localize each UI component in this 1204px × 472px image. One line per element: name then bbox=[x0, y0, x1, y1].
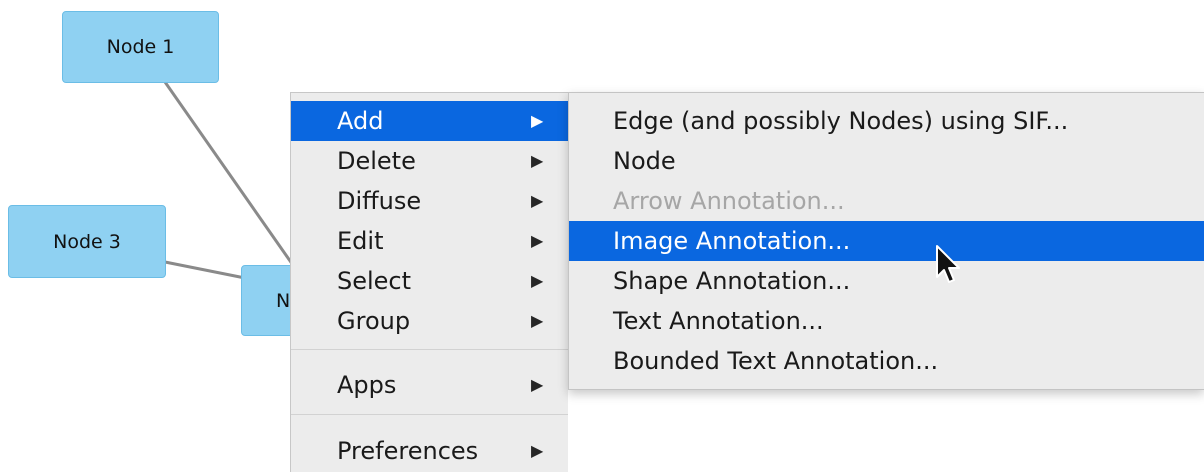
submenu-item-label: Shape Annotation... bbox=[613, 267, 851, 295]
menu-item-label: Apps bbox=[337, 371, 397, 399]
menu-item-delete[interactable]: Delete ▶ bbox=[291, 141, 568, 181]
menu-item-select[interactable]: Select ▶ bbox=[291, 261, 568, 301]
menu-item-label: Edit bbox=[337, 227, 384, 255]
submenu-item-label: Bounded Text Annotation... bbox=[613, 347, 939, 375]
submenu-item-image-annotation[interactable]: Image Annotation... bbox=[569, 221, 1204, 261]
menu-separator bbox=[291, 349, 568, 350]
menu-item-add[interactable]: Add ▶ bbox=[291, 101, 568, 141]
submenu-item-shape-annotation[interactable]: Shape Annotation... bbox=[569, 261, 1204, 301]
submenu-item-bounded-text-annotation[interactable]: Bounded Text Annotation... bbox=[569, 341, 1204, 381]
submenu-item-edge-sif[interactable]: Edge (and possibly Nodes) using SIF... bbox=[569, 101, 1204, 141]
node-label: N bbox=[276, 289, 291, 312]
edge-node3-node2[interactable] bbox=[164, 260, 246, 280]
arrow-pointer-icon bbox=[936, 245, 960, 283]
submenu-item-label: Text Annotation... bbox=[613, 307, 824, 335]
node-label: Node 3 bbox=[53, 230, 121, 253]
submenu-arrow-icon: ▶ bbox=[531, 375, 544, 394]
submenu-item-label: Image Annotation... bbox=[613, 227, 851, 255]
submenu-item-label: Arrow Annotation... bbox=[613, 187, 845, 215]
menu-item-label: Preferences bbox=[337, 437, 479, 465]
menu-item-preferences[interactable]: Preferences ▶ bbox=[291, 431, 568, 471]
submenu-arrow-icon: ▶ bbox=[531, 441, 544, 460]
node-label: Node 1 bbox=[106, 36, 175, 58]
submenu-arrow-icon: ▶ bbox=[531, 231, 544, 250]
menu-item-label: Diffuse bbox=[337, 187, 422, 215]
edge-node1-node2[interactable] bbox=[163, 81, 297, 269]
submenu-item-text-annotation[interactable]: Text Annotation... bbox=[569, 301, 1204, 341]
submenu-arrow-icon: ▶ bbox=[531, 271, 544, 290]
submenu-arrow-icon: ▶ bbox=[531, 111, 544, 130]
submenu-arrow-icon: ▶ bbox=[531, 151, 544, 170]
submenu-arrow-icon: ▶ bbox=[531, 311, 544, 330]
menu-item-label: Group bbox=[337, 307, 411, 335]
context-menu: Add ▶ Delete ▶ Diffuse ▶ Edit ▶ Select ▶… bbox=[290, 92, 568, 472]
menu-item-edit[interactable]: Edit ▶ bbox=[291, 221, 568, 261]
menu-item-group[interactable]: Group ▶ bbox=[291, 301, 568, 341]
node-3[interactable]: Node 3 bbox=[8, 205, 166, 278]
submenu-item-node[interactable]: Node bbox=[569, 141, 1204, 181]
add-submenu: Edge (and possibly Nodes) using SIF... N… bbox=[568, 92, 1204, 390]
submenu-item-arrow-annotation: Arrow Annotation... bbox=[569, 181, 1204, 221]
menu-item-label: Add bbox=[337, 107, 384, 135]
node-1[interactable]: Node 1 bbox=[62, 11, 219, 83]
menu-separator bbox=[291, 414, 568, 415]
submenu-item-label: Node bbox=[613, 147, 676, 175]
menu-item-diffuse[interactable]: Diffuse ▶ bbox=[291, 181, 568, 221]
menu-item-apps[interactable]: Apps ▶ bbox=[291, 365, 568, 405]
submenu-item-label: Edge (and possibly Nodes) using SIF... bbox=[613, 107, 1069, 135]
menu-item-label: Delete bbox=[337, 147, 416, 175]
submenu-arrow-icon: ▶ bbox=[531, 191, 544, 210]
menu-item-label: Select bbox=[337, 267, 412, 295]
